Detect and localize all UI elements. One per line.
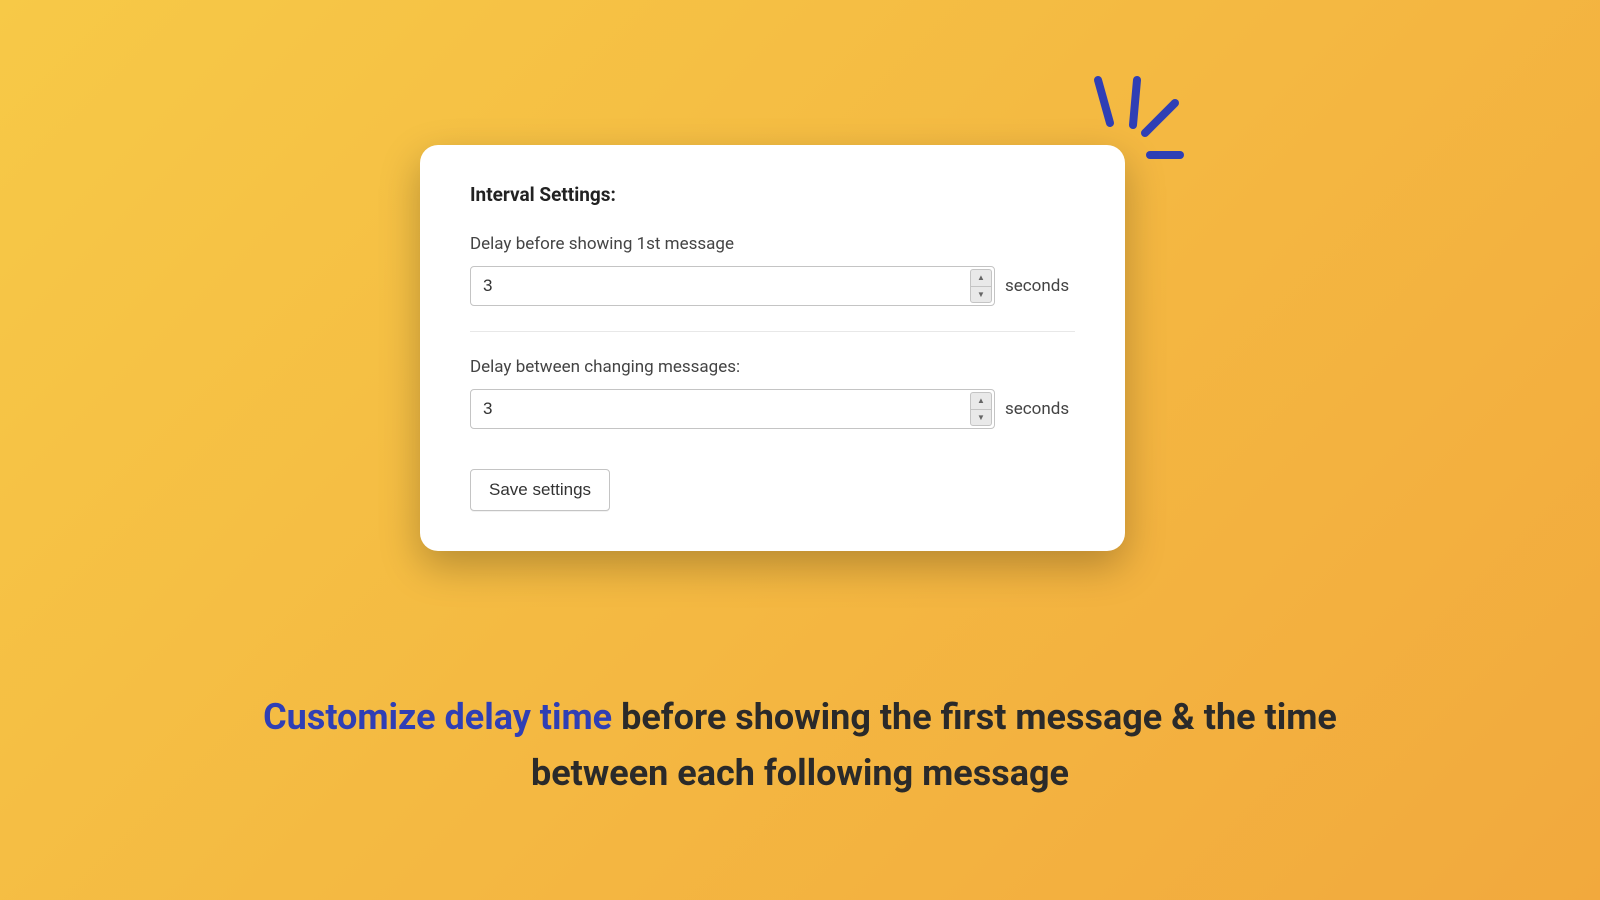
stepper-up-button[interactable]: ▲: [970, 269, 992, 286]
stepper-down-button[interactable]: ▼: [970, 286, 992, 304]
stepper-buttons: ▲ ▼: [970, 269, 992, 303]
input-row: ▲ ▼ seconds: [470, 266, 1075, 306]
stepper-buttons: ▲ ▼: [970, 392, 992, 426]
stepper-wrap: ▲ ▼: [470, 266, 995, 306]
stepper-up-button[interactable]: ▲: [970, 392, 992, 409]
caption-rest: before showing the first message & the t…: [531, 696, 1337, 794]
delay-between-messages-field: Delay between changing messages: ▲ ▼ sec…: [470, 357, 1075, 454]
section-title: Interval Settings:: [470, 183, 1075, 206]
unit-label: seconds: [1005, 399, 1069, 419]
settings-card: Interval Settings: Delay before showing …: [420, 145, 1125, 551]
stepper-wrap: ▲ ▼: [470, 389, 995, 429]
stepper-down-button[interactable]: ▼: [970, 409, 992, 427]
delay-between-input[interactable]: [470, 389, 995, 429]
delay-first-input[interactable]: [470, 266, 995, 306]
unit-label: seconds: [1005, 276, 1069, 296]
save-settings-button[interactable]: Save settings: [470, 469, 610, 511]
input-row: ▲ ▼ seconds: [470, 389, 1075, 429]
caption-text: Customize delay time before showing the …: [0, 690, 1600, 802]
delay-first-message-field: Delay before showing 1st message ▲ ▼ sec…: [470, 234, 1075, 332]
field-label: Delay between changing messages:: [470, 357, 1075, 377]
field-label: Delay before showing 1st message: [470, 234, 1075, 254]
caption-highlight: Customize delay time: [263, 696, 612, 738]
